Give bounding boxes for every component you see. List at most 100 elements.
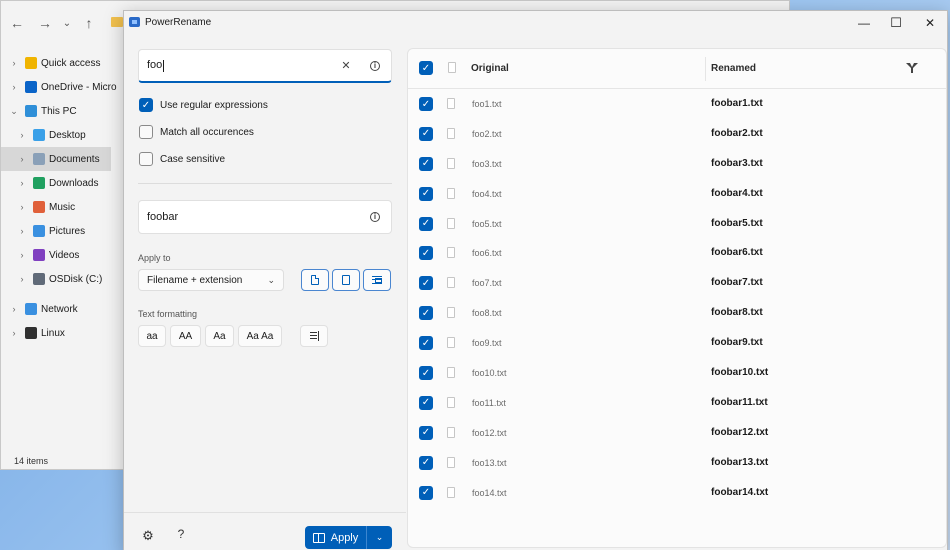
titlecase-button[interactable]: Aa <box>205 325 234 347</box>
row-checkbox[interactable]: ✓ <box>419 246 433 261</box>
column-original[interactable]: Original <box>471 63 509 74</box>
clear-search-icon[interactable]: ✕ <box>338 58 354 74</box>
powerrename-app-icon <box>129 17 140 27</box>
gear-icon[interactable]: ⚙ <box>141 528 155 543</box>
file-icon <box>447 396 455 408</box>
apply-options-chevron-icon[interactable]: ⌄ <box>367 526 392 549</box>
row-checkbox[interactable]: ✓ <box>419 366 433 381</box>
table-row[interactable]: ✓ foo8.txt foobar8.txt <box>408 298 946 328</box>
table-row[interactable]: ✓ foo2.txt foobar2.txt <box>408 119 946 149</box>
renamed-filename: foobar8.txt <box>711 307 763 319</box>
tree-item[interactable]: ⌄ This PC <box>1 99 111 123</box>
renamed-filename: foobar6.txt <box>711 247 763 259</box>
tree-item[interactable]: › OSDisk (C:) <box>1 267 111 291</box>
row-checkbox[interactable]: ✓ <box>419 186 433 201</box>
row-checkbox[interactable]: ✓ <box>419 216 433 231</box>
back-arrow-icon[interactable]: ← <box>7 13 27 33</box>
lowercase-button[interactable]: aa <box>138 325 166 347</box>
include-files-toggle[interactable] <box>301 269 329 291</box>
table-row[interactable]: ✓ foo14.txt foobar14.txt <box>408 478 946 508</box>
table-row[interactable]: ✓ foo6.txt foobar6.txt <box>408 238 946 268</box>
tree-item[interactable]: › Linux <box>1 321 111 345</box>
replace-info-icon[interactable]: i <box>367 209 383 225</box>
row-checkbox[interactable]: ✓ <box>419 306 433 321</box>
row-checkbox[interactable]: ✓ <box>419 425 433 440</box>
column-renamed[interactable]: Renamed <box>711 63 756 74</box>
chevron-right-icon[interactable]: › <box>17 202 27 212</box>
minimize-button[interactable]: — <box>850 13 878 33</box>
replace-input[interactable]: foobar i <box>138 200 392 234</box>
table-row[interactable]: ✓ foo3.txt foobar3.txt <box>408 149 946 179</box>
tree-item[interactable]: › Pictures <box>1 219 111 243</box>
table-row[interactable]: ✓ foo9.txt foobar9.txt <box>408 328 946 358</box>
capitalize-each-word-button[interactable]: Aa Aa <box>238 325 282 347</box>
chevron-right-icon[interactable]: › <box>9 328 19 338</box>
close-button[interactable]: ✕ <box>916 13 944 33</box>
chevron-right-icon[interactable]: › <box>17 178 27 188</box>
row-checkbox[interactable]: ✓ <box>419 126 433 141</box>
tree-item[interactable]: › Quick access <box>1 51 111 75</box>
chevron-right-icon[interactable]: › <box>17 274 27 284</box>
tree-item[interactable]: › Documents <box>1 147 111 171</box>
text-formatting-label: Text formatting <box>138 309 198 319</box>
include-subfolders-toggle[interactable] <box>363 269 391 291</box>
select-all-checkbox[interactable]: ✓ <box>419 61 433 75</box>
row-checkbox[interactable]: ✓ <box>419 156 433 171</box>
apply-button[interactable]: Apply <box>305 526 367 549</box>
maximize-button[interactable]: ☐ <box>882 13 910 33</box>
filter-icon-stem <box>911 68 913 73</box>
enumerate-items-button[interactable] <box>300 325 328 347</box>
search-input[interactable]: foo ✕ i <box>138 49 392 83</box>
chevron-right-icon[interactable]: › <box>17 130 27 140</box>
tree-item[interactable]: › Music <box>1 195 111 219</box>
renamed-filename: foobar10.txt <box>711 367 769 379</box>
chevron-right-icon[interactable]: › <box>17 250 27 260</box>
tree-item[interactable]: › Network <box>1 297 111 321</box>
file-icon <box>447 277 455 289</box>
table-row[interactable]: ✓ foo5.txt foobar5.txt <box>408 209 946 239</box>
include-folders-toggle[interactable] <box>332 269 360 291</box>
original-filename: foo13.txt <box>472 457 507 468</box>
chevron-right-icon[interactable]: › <box>9 82 19 92</box>
row-checkbox[interactable]: ✓ <box>419 336 433 351</box>
forward-arrow-icon[interactable]: → <box>35 13 55 33</box>
table-row[interactable]: ✓ foo1.txt foobar1.txt <box>408 89 946 119</box>
use-regex-label: Use regular expressions <box>160 99 268 111</box>
table-row[interactable]: ✓ foo4.txt foobar4.txt <box>408 179 946 209</box>
table-row[interactable]: ✓ foo10.txt foobar10.txt <box>408 358 946 388</box>
tree-item[interactable]: › OneDrive - Micro <box>1 75 117 99</box>
chevron-right-icon[interactable]: › <box>17 226 27 236</box>
apply-to-label: Apply to <box>138 253 171 263</box>
file-icon <box>447 157 455 169</box>
use-regex-checkbox[interactable]: ✓ Use regular expressions <box>139 97 268 113</box>
row-checkbox[interactable]: ✓ <box>419 276 433 291</box>
chevron-right-icon[interactable]: › <box>9 58 19 68</box>
row-checkbox[interactable]: ✓ <box>419 97 433 111</box>
uppercase-button[interactable]: AA <box>170 325 201 347</box>
original-filename: foo6.txt <box>472 248 502 259</box>
original-filename: foo10.txt <box>472 368 507 379</box>
column-separator[interactable] <box>705 57 706 81</box>
recent-locations-chevron-icon[interactable]: ⌄ <box>57 13 77 33</box>
table-row[interactable]: ✓ foo11.txt foobar11.txt <box>408 388 946 418</box>
table-row[interactable]: ✓ foo7.txt foobar7.txt <box>408 268 946 298</box>
up-arrow-icon[interactable]: ↑ <box>79 13 99 33</box>
table-row[interactable]: ✓ foo13.txt foobar13.txt <box>408 448 946 478</box>
apply-to-dropdown[interactable]: Filename + extension ⌄ <box>138 269 284 291</box>
tree-item[interactable]: › Downloads <box>1 171 111 195</box>
file-icon <box>447 127 455 139</box>
table-row[interactable]: ✓ foo12.txt foobar12.txt <box>408 418 946 448</box>
row-checkbox[interactable]: ✓ <box>419 455 433 470</box>
row-checkbox[interactable]: ✓ <box>419 485 433 500</box>
tree-item[interactable]: › Desktop <box>1 123 111 147</box>
case-sensitive-checkbox[interactable]: Case sensitive <box>139 151 225 167</box>
chevron-right-icon[interactable]: › <box>9 304 19 314</box>
help-icon[interactable]: ? <box>174 527 188 543</box>
file-icon <box>447 456 455 468</box>
search-info-icon[interactable]: i <box>367 58 383 74</box>
chevron-down-icon[interactable]: ⌄ <box>9 106 19 117</box>
chevron-right-icon[interactable]: › <box>17 154 27 164</box>
row-checkbox[interactable]: ✓ <box>419 395 433 410</box>
match-all-checkbox[interactable]: Match all occurences <box>139 124 254 140</box>
tree-item[interactable]: › Videos <box>1 243 111 267</box>
